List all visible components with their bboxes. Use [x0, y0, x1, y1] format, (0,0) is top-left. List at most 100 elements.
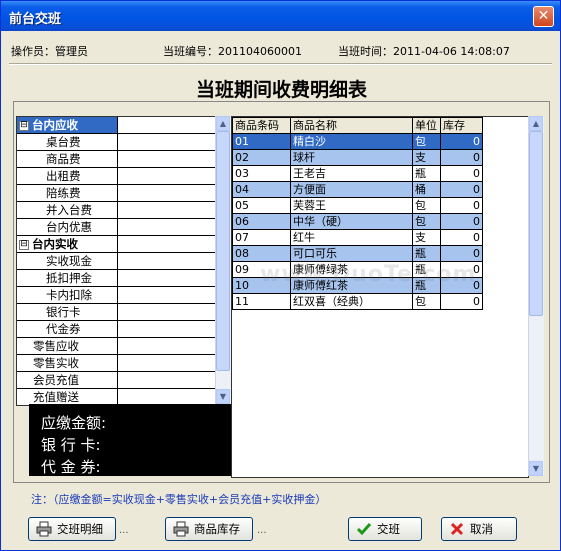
list-item[interactable]: 会员充值	[17, 372, 217, 389]
list-item[interactable]: 零售实收	[17, 355, 217, 372]
list-item[interactable]: 实收现金	[17, 253, 217, 270]
payment-summary-panel: 应缴金额: 银 行 卡: 代 金 券:	[29, 404, 231, 476]
list-item[interactable]: ⊟ 台内应收	[17, 117, 217, 134]
list-item[interactable]: 银行卡	[17, 304, 217, 321]
list-item[interactable]: 台内优惠	[17, 219, 217, 236]
collapse-toggle-icon[interactable]: ⊟	[19, 120, 29, 131]
grid-scrollbar[interactable]: ▲ ▼	[528, 116, 544, 476]
table-cell: 0	[440, 293, 483, 310]
column-header[interactable]: 库存	[440, 117, 483, 134]
report-title: 当班期间收费明细表	[195, 79, 367, 103]
scroll-up-arrow-icon[interactable]: ▲	[216, 116, 230, 131]
list-item-label: 零售实收	[17, 355, 118, 371]
table-row[interactable]: 01 精白沙包 0	[232, 133, 483, 150]
table-cell: 包	[412, 197, 441, 214]
table-cell: 08	[232, 245, 291, 262]
list-item-label: ⊟ 台内应收	[17, 117, 118, 133]
table-cell: 0	[440, 181, 483, 198]
table-cell: 05	[232, 197, 291, 214]
list-item[interactable]: 抵扣押金	[17, 270, 217, 287]
list-item[interactable]: 零售应收	[17, 338, 217, 355]
list-item[interactable]: 出租费	[17, 168, 217, 185]
list-item-label: 代金券	[17, 321, 118, 337]
list-item[interactable]: ⊟ 台内实收	[17, 236, 217, 253]
list-item-value	[117, 372, 217, 388]
list-item-value	[117, 185, 217, 201]
table-cell: 0	[440, 133, 483, 150]
list-item-text: 出租费	[46, 169, 81, 183]
table-row[interactable]: 07 红牛支 0	[232, 229, 483, 246]
printer-icon	[173, 521, 189, 537]
table-row[interactable]: 03 王老吉瓶 0	[232, 165, 483, 182]
product-stock-grid[interactable]: 商品条码 商品名称 单位 库存 01 精白沙包 0 02 球杆支 0 03 王老吉瓶 0 04 方便面桶 0…	[231, 116, 529, 478]
cancel-button[interactable]: 取消	[441, 517, 517, 541]
list-item-label: 台内优惠	[17, 219, 118, 235]
list-item-value	[117, 219, 217, 235]
table-row[interactable]: 05 芙蓉王包 0	[232, 197, 483, 214]
table-row[interactable]: 02 球杆支 0	[232, 149, 483, 166]
list-item-value	[117, 321, 217, 337]
table-cell: 包	[412, 213, 441, 230]
printer-icon	[36, 521, 52, 537]
table-cell: 红牛	[290, 229, 413, 246]
table-row[interactable]: 06 中华（硬）包 0	[232, 213, 483, 230]
list-item-value	[117, 117, 217, 133]
formula-note: 注：（应缴金额=实收现金+零售实收+会员充值+实收押金）	[31, 493, 327, 506]
table-cell: 支	[412, 149, 441, 166]
list-item-text: 陪练费	[46, 186, 81, 200]
list-item-value	[117, 355, 217, 371]
list-item-value	[117, 253, 217, 269]
close-icon	[450, 522, 464, 536]
list-item-label: 充值赠送	[17, 389, 118, 405]
scroll-down-arrow-icon[interactable]: ▼	[529, 461, 543, 476]
table-cell: 方便面	[290, 181, 413, 198]
list-item-text: 零售实收	[33, 356, 79, 370]
table-cell: 球杆	[290, 149, 413, 166]
list-item-label: ⊟ 台内实收	[17, 236, 118, 252]
scroll-thumb[interactable]	[216, 131, 230, 371]
close-button[interactable]: ✕	[533, 6, 554, 27]
dots: ...	[257, 525, 267, 536]
list-item-value	[117, 168, 217, 184]
list-item[interactable]: 陪练费	[17, 185, 217, 202]
table-cell: 红双喜（经典）	[290, 293, 413, 310]
list-item-value	[117, 270, 217, 286]
list-item-text: 充值赠送	[33, 390, 79, 404]
shift-number-label: 当班编号：201104060001	[163, 45, 302, 58]
table-cell: 0	[440, 213, 483, 230]
list-item[interactable]: 桌台费	[17, 134, 217, 151]
operator-label: 操作员：管理员	[11, 45, 88, 58]
column-header[interactable]: 商品名称	[290, 117, 413, 134]
list-item-label: 出租费	[17, 168, 118, 184]
fee-category-list[interactable]: ⊟ 台内应收 桌台费 商品费 出租费 陪练费 并入台费 台内优惠 ⊟ 台内实收 实收现金 抵扣押金 卡内…	[16, 116, 218, 406]
column-header[interactable]: 商品条码	[232, 117, 291, 134]
list-item[interactable]: 卡内扣除	[17, 287, 217, 304]
list-item-label: 商品费	[17, 151, 118, 167]
title-bar[interactable]: 前台交班 ✕	[1, 1, 560, 31]
scroll-up-arrow-icon[interactable]: ▲	[529, 116, 543, 131]
window-title: 前台交班	[9, 12, 62, 27]
scroll-down-arrow-icon[interactable]: ▼	[216, 389, 230, 404]
scroll-thumb[interactable]	[529, 131, 543, 316]
table-row[interactable]: 11 红双喜（经典）包 0	[232, 293, 483, 310]
list-item-text: 台内应收	[32, 118, 78, 132]
list-item[interactable]: 代金券	[17, 321, 217, 338]
table-cell: 瓶	[412, 165, 441, 182]
collapse-toggle-icon[interactable]: ⊟	[19, 239, 29, 250]
table-cell: 0	[440, 149, 483, 166]
list-item-text: 台内实收	[32, 237, 78, 251]
category-list-scrollbar[interactable]: ▲ ▼	[215, 116, 231, 404]
column-header[interactable]: 单位	[412, 117, 441, 134]
table-cell: 0	[440, 197, 483, 214]
table-cell: 0	[440, 229, 483, 246]
list-item-text: 银行卡	[46, 305, 81, 319]
confirm-shift-button[interactable]: 交班	[348, 517, 422, 541]
list-item-text: 会员充值	[33, 373, 79, 387]
shift-detail-button[interactable]: 交班明细	[28, 517, 116, 541]
product-stock-button[interactable]: 商品库存	[165, 517, 253, 541]
table-cell: 0	[440, 165, 483, 182]
list-item[interactable]: 商品费	[17, 151, 217, 168]
table-row[interactable]: 04 方便面桶 0	[232, 181, 483, 198]
table-row[interactable]: 08 可口可乐瓶 0	[232, 245, 483, 262]
list-item[interactable]: 并入台费	[17, 202, 217, 219]
